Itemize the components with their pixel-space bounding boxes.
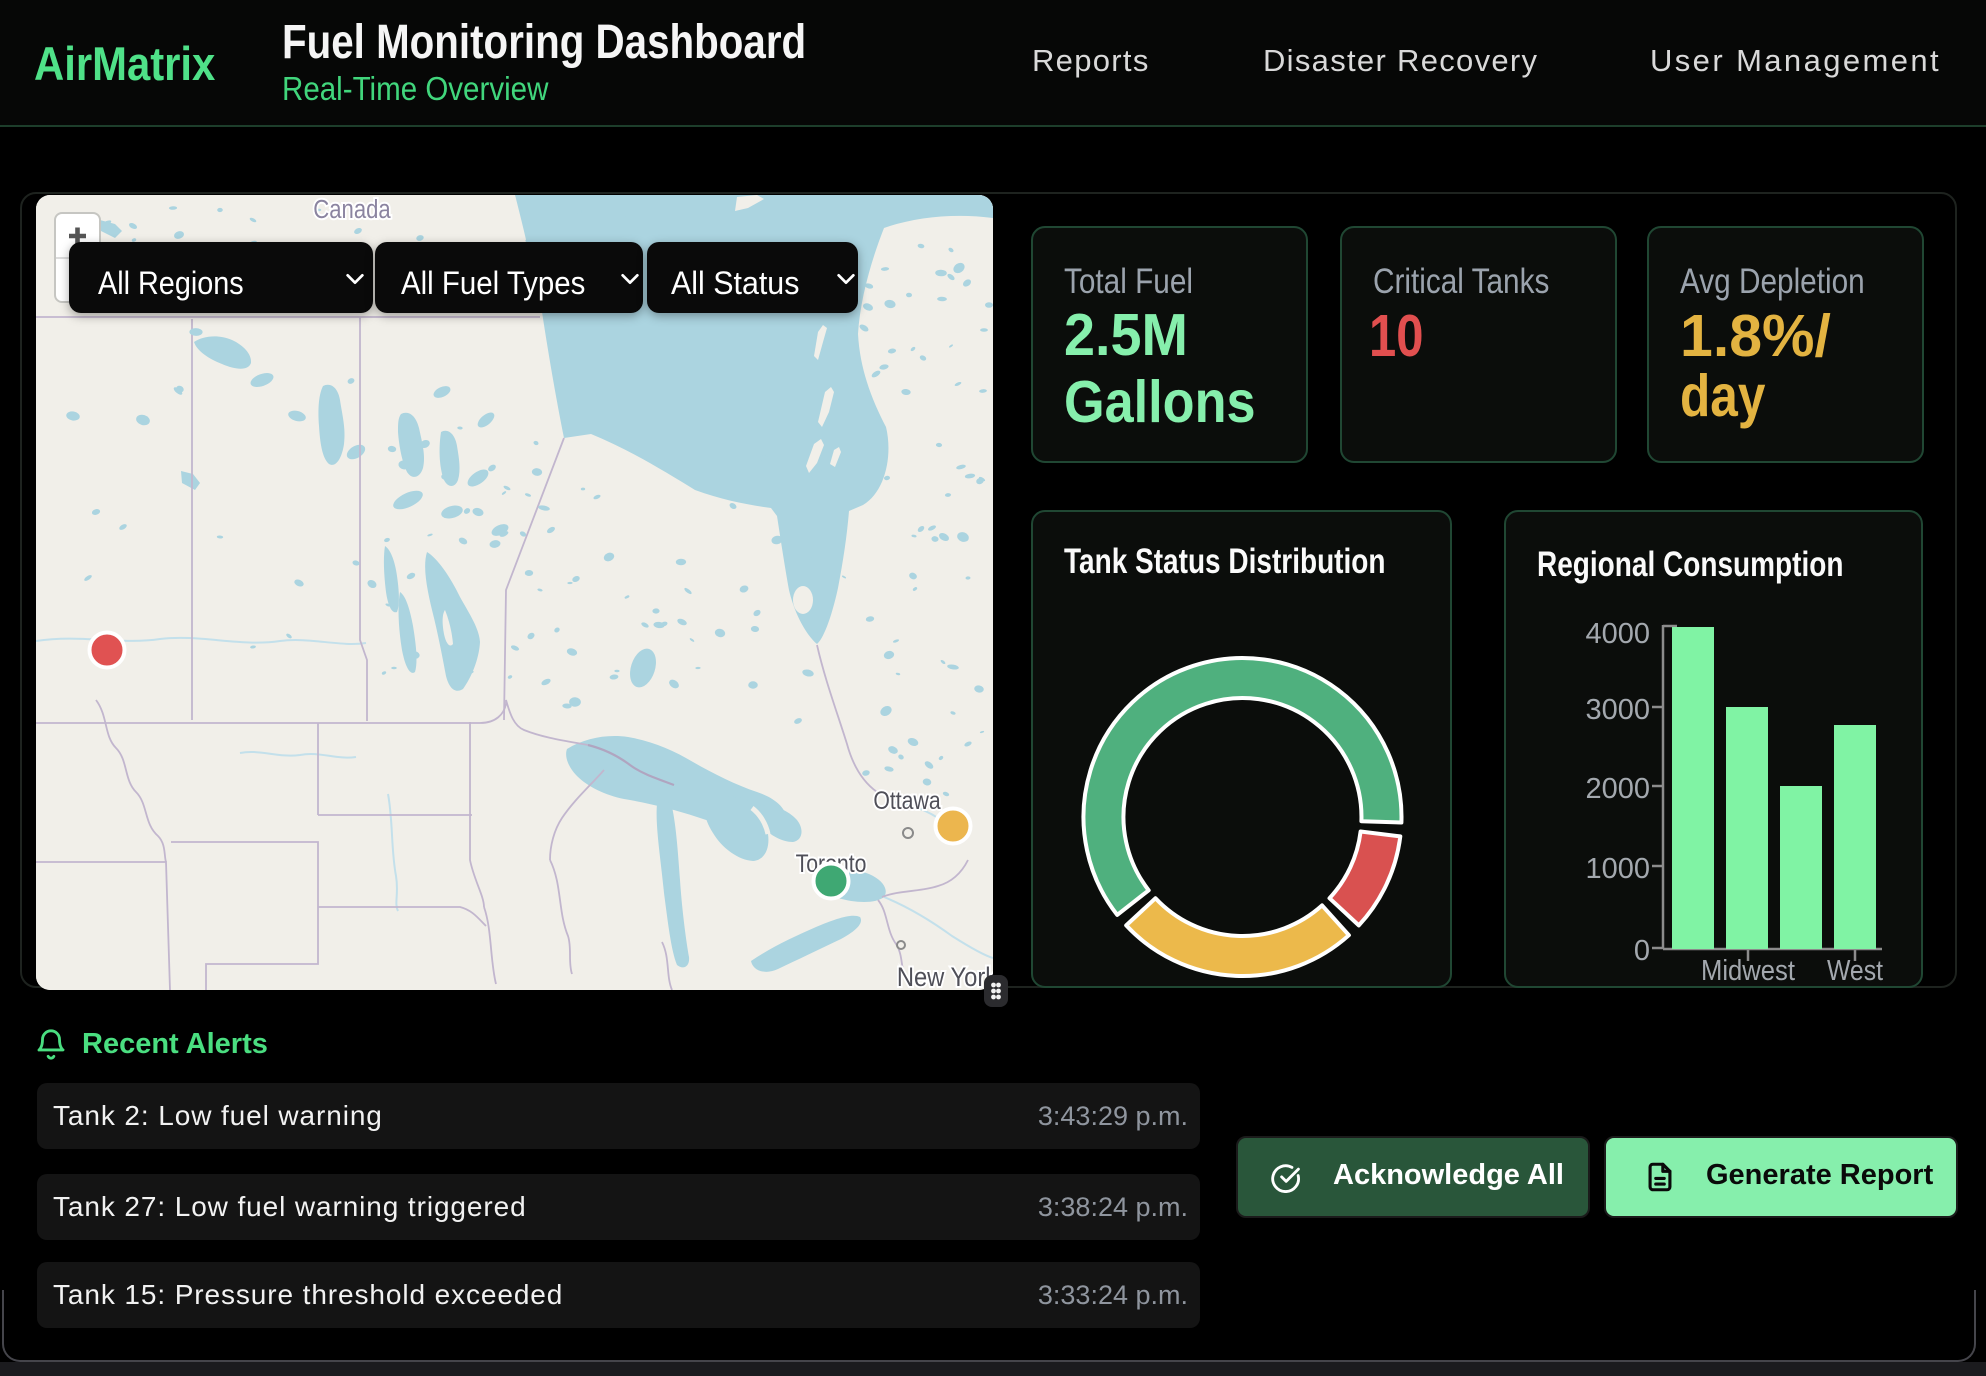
- svg-text:West: West: [1827, 955, 1883, 987]
- svg-text:Ottawa: Ottawa: [873, 786, 940, 814]
- svg-text:1000: 1000: [1585, 853, 1650, 885]
- svg-text:4000: 4000: [1585, 618, 1650, 650]
- svg-text:New York: New York: [897, 963, 993, 990]
- svg-text:Midwest: Midwest: [1701, 955, 1795, 987]
- svg-text:0: 0: [1634, 935, 1650, 967]
- svg-text:Canada: Canada: [313, 195, 391, 224]
- svg-text:3000: 3000: [1585, 694, 1650, 726]
- svg-text:2000: 2000: [1585, 773, 1650, 805]
